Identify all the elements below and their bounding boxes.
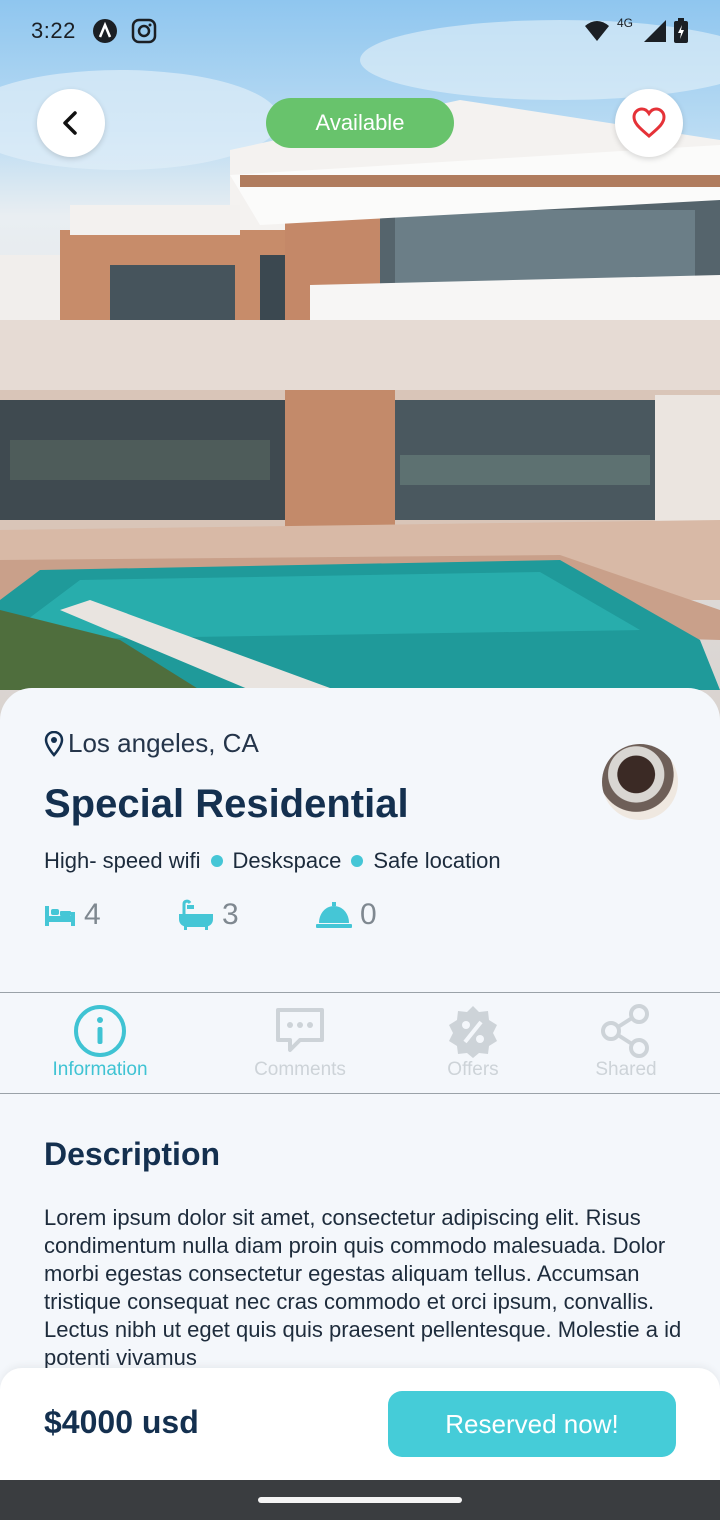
tab-information[interactable]: Information — [43, 1003, 157, 1081]
baths-count: 3 — [222, 898, 239, 931]
feature-item: Deskspace — [232, 848, 342, 873]
network-label: 4G — [617, 16, 634, 30]
bathtub-icon — [179, 899, 213, 930]
home-gesture-handle[interactable] — [258, 1497, 462, 1503]
bullet-dot — [351, 855, 364, 867]
feature-item: Safe location — [373, 848, 501, 873]
description-heading: Description — [44, 1136, 221, 1172]
tab-label: Shared — [595, 1059, 657, 1080]
discount-icon — [449, 1006, 497, 1058]
favorite-button[interactable] — [615, 89, 683, 157]
booking-bar: $4000 usd Reserved now! — [0, 1368, 720, 1480]
info-icon — [74, 1005, 126, 1057]
tab-label: Comments — [254, 1059, 346, 1080]
description-text: Lorem ipsum dolor sit amet, consectetur … — [44, 1205, 682, 1370]
system-nav-bar — [0, 1480, 720, 1520]
property-title: Special Residential — [44, 782, 409, 826]
tab-label: Offers — [447, 1059, 499, 1080]
notification-a-icon — [93, 19, 117, 43]
tab-comments[interactable]: Comments — [246, 1003, 354, 1081]
service-count: 0 — [360, 898, 377, 931]
wifi-icon — [585, 21, 609, 41]
bed-icon — [45, 906, 75, 926]
instagram-icon — [131, 18, 157, 44]
feature-item: High- speed wifi — [44, 848, 201, 873]
battery-charging-icon — [674, 18, 688, 43]
comment-icon — [276, 1008, 324, 1052]
tab-bar: Information Comments Offers Shared — [0, 992, 720, 1094]
amenity-service: 0 — [316, 898, 377, 932]
feature-list: High- speed wifi Deskspace Safe location — [44, 848, 501, 874]
tab-label: Information — [52, 1059, 148, 1080]
chevron-left-icon — [63, 111, 77, 135]
property-detail-screen: 3:22 4G Available Los angeles, CA Specia… — [0, 0, 720, 1520]
heart-outline-icon — [632, 107, 666, 138]
location-text: Los angeles, CA — [68, 728, 259, 758]
location: Los angeles, CA — [44, 728, 259, 759]
tab-shared[interactable]: Shared — [590, 1003, 662, 1081]
amenity-beds: 4 — [44, 898, 101, 932]
back-button[interactable] — [37, 89, 105, 157]
status-time: 3:22 — [31, 18, 76, 43]
amenity-baths: 3 — [178, 898, 239, 932]
avatar[interactable] — [602, 744, 678, 820]
4g-signal-icon — [644, 20, 666, 42]
location-pin-icon — [44, 730, 64, 757]
service-bell-icon — [316, 902, 352, 928]
bullet-dot — [210, 855, 223, 867]
status-bar: 3:22 4G — [0, 0, 720, 64]
beds-count: 4 — [84, 898, 101, 931]
reserve-button[interactable]: Reserved now! — [388, 1391, 676, 1457]
property-card: Los angeles, CA Special Residential High… — [0, 688, 720, 1388]
price: $4000 usd — [44, 1404, 199, 1440]
share-icon — [601, 1004, 649, 1058]
availability-badge: Available — [266, 98, 454, 148]
tab-offers[interactable]: Offers — [443, 1003, 503, 1081]
